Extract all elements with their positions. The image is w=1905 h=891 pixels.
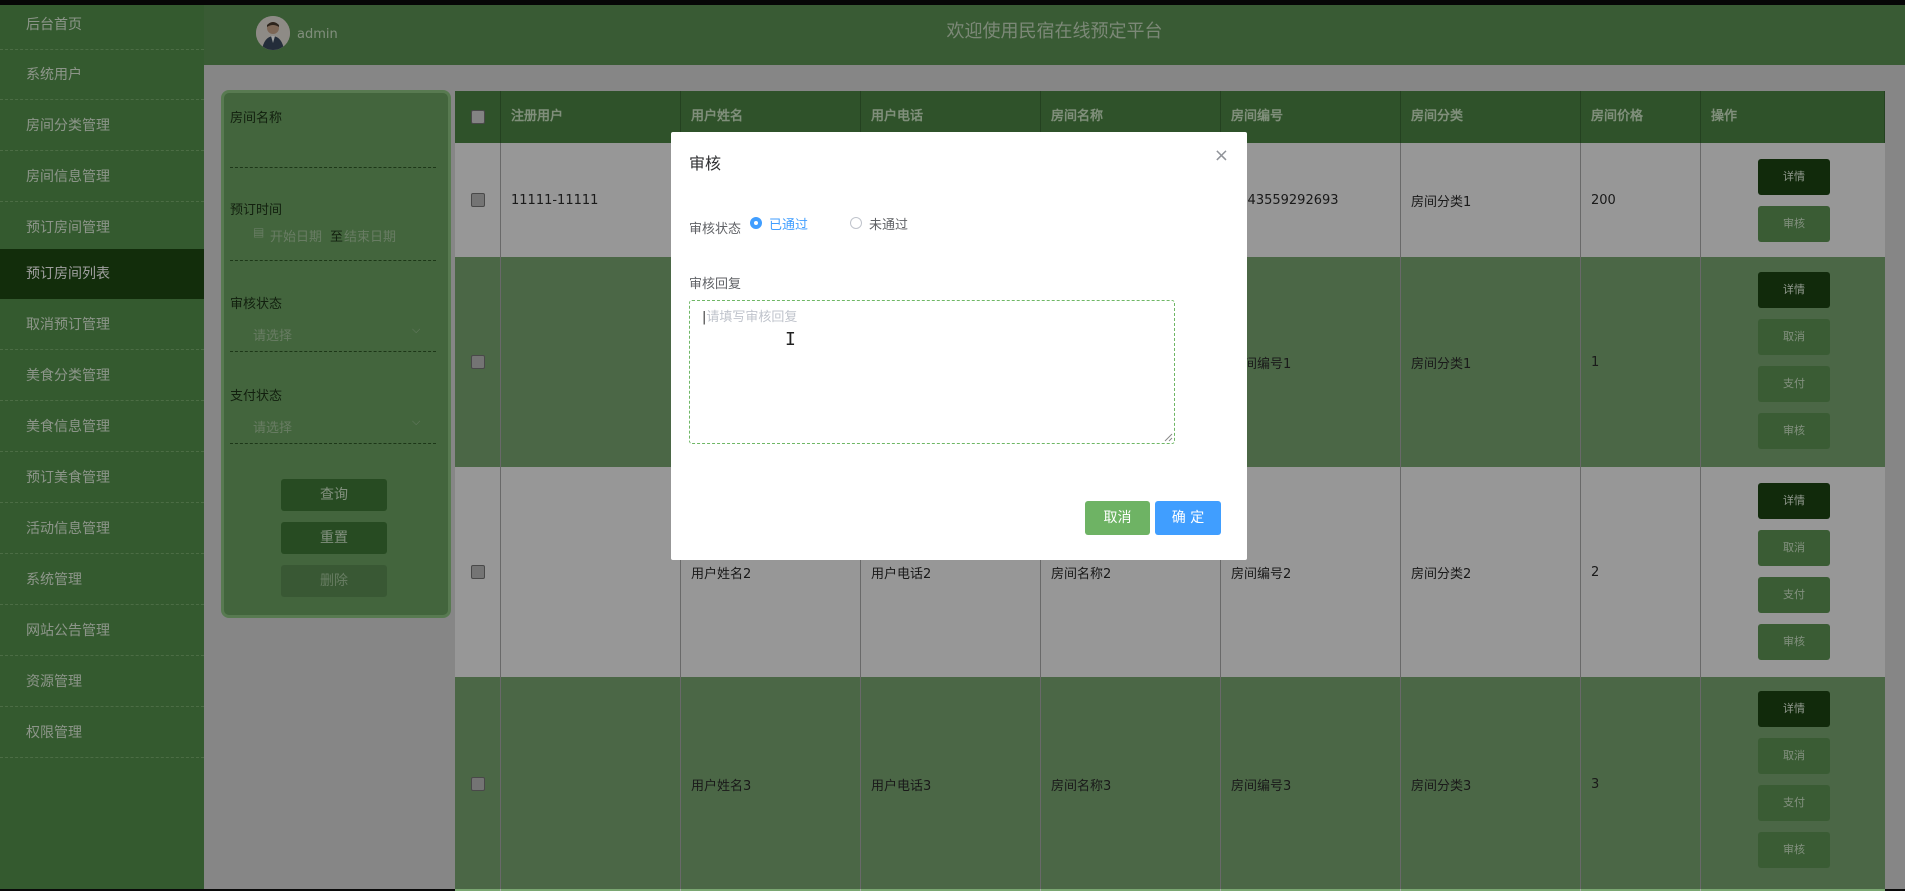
text-cursor-icon: I xyxy=(785,329,796,350)
radio-checked-icon xyxy=(750,217,762,229)
radio-rejected[interactable]: 未通过 xyxy=(850,215,909,233)
radio-unchecked-icon xyxy=(850,217,862,229)
radio-approved[interactable]: 已通过 xyxy=(750,215,809,233)
resize-handle-icon[interactable] xyxy=(1164,433,1173,442)
review-status-label: 审核状态 xyxy=(689,222,742,237)
review-reply-placeholder: 请填写审核回复 xyxy=(706,310,798,325)
radio-rejected-label: 未通过 xyxy=(869,217,909,233)
radio-approved-label: 已通过 xyxy=(769,217,809,233)
review-reply-textarea[interactable]: |请填写审核回复 xyxy=(689,300,1175,444)
dialog-cancel-button[interactable]: 取消 xyxy=(1085,501,1150,535)
review-dialog: 审核 × 审核状态 已通过 未通过 审核回复 |请填写审核回复 取消 确 定 xyxy=(671,132,1247,560)
dialog-confirm-button[interactable]: 确 定 xyxy=(1155,501,1221,535)
close-icon[interactable]: × xyxy=(1214,146,1229,166)
dialog-title: 审核 xyxy=(689,154,722,173)
review-reply-label: 审核回复 xyxy=(689,277,742,292)
